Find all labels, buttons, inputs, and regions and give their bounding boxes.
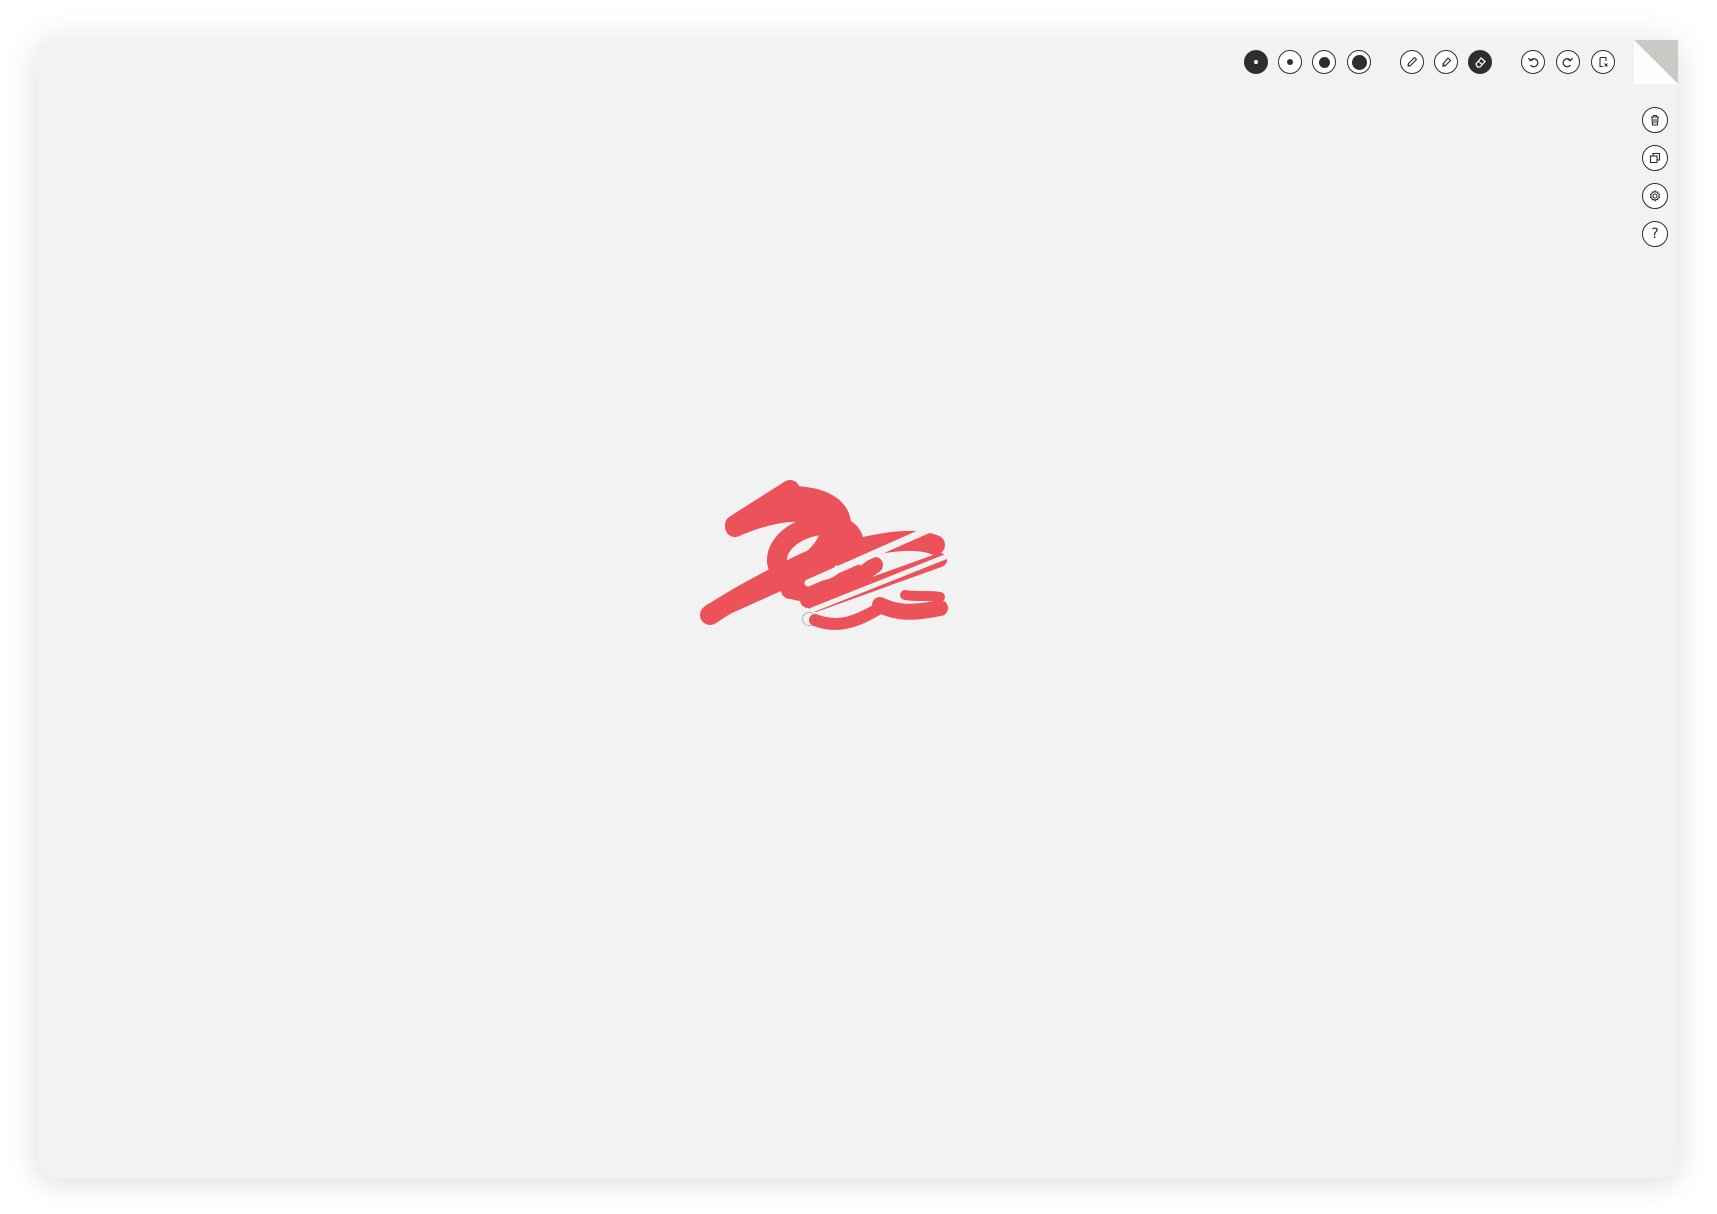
- ink-stroke: [872, 597, 948, 620]
- marker-tool-button[interactable]: [1434, 50, 1458, 74]
- brush-size-2-icon: [1287, 59, 1293, 65]
- ink-stroke: [900, 590, 945, 602]
- pencil-tool-button[interactable]: [1400, 50, 1424, 74]
- brush-size-3-button[interactable]: [1312, 50, 1336, 74]
- help-button[interactable]: ?: [1642, 221, 1668, 247]
- brush-size-1-icon: [1254, 60, 1258, 64]
- redo-icon: [1562, 57, 1573, 68]
- eraser-tool-button[interactable]: [1468, 50, 1492, 74]
- drawing-canvas[interactable]: [0, 0, 1717, 1214]
- brush-size-4-icon: [1351, 54, 1367, 70]
- settings-button[interactable]: [1642, 183, 1668, 209]
- duplicate-page-button[interactable]: [1642, 145, 1668, 171]
- brush-size-1-button[interactable]: [1244, 50, 1268, 74]
- redo-button[interactable]: [1556, 50, 1580, 74]
- brush-size-3-icon: [1318, 56, 1330, 68]
- brush-size-4-button[interactable]: [1347, 50, 1371, 74]
- brush-size-2-button[interactable]: [1278, 50, 1302, 74]
- settings-icon: [1649, 190, 1661, 202]
- trash-icon: [1651, 114, 1659, 126]
- undo-button[interactable]: [1521, 50, 1545, 74]
- clear-page-icon: [1599, 56, 1608, 68]
- eraser-cursor: [802, 612, 816, 626]
- eraser-icon: [1475, 57, 1486, 68]
- delete-page-button[interactable]: [1642, 107, 1668, 133]
- undo-icon: [1528, 57, 1539, 68]
- help-icon: ?: [1651, 226, 1659, 242]
- duplicate-icon: [1649, 152, 1661, 164]
- clear-page-button[interactable]: [1591, 50, 1615, 74]
- page-corner-fold[interactable]: [1634, 40, 1678, 84]
- marker-icon: [1442, 57, 1452, 67]
- pencil-icon: [1407, 56, 1418, 67]
